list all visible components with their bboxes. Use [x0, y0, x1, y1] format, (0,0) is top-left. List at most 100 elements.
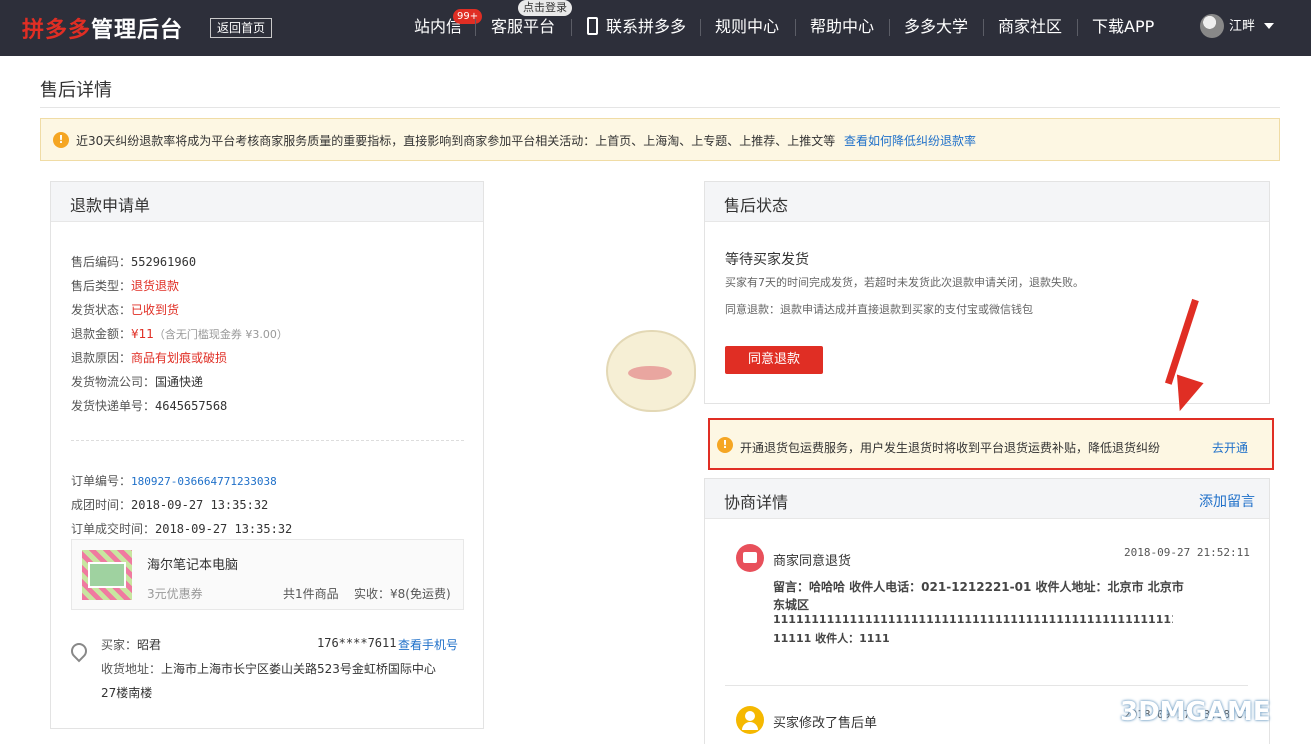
tracking-value: 4645657568: [155, 399, 228, 413]
aftersale-status-panel: 售后状态 等待买家发货 买家有7天的时间完成发货，若超时未发货此次退款申请关闭，…: [704, 181, 1270, 404]
nav-download-app[interactable]: 下载APP: [1092, 0, 1154, 56]
ship-status-value: 已收到货: [131, 303, 180, 317]
field-label: 发货状态：: [71, 303, 132, 317]
promo-text: 开通退货包运费服务，用户发生退货时将收到平台退货运费补贴，降低退货纠纷: [740, 441, 1161, 455]
nav-community[interactable]: 商家社区: [998, 0, 1062, 56]
field-label: 买家：: [101, 638, 138, 652]
field-label: 订单编号：: [71, 474, 132, 488]
brand-red-text: 拼多多: [22, 18, 92, 43]
nav-divider: [1077, 19, 1078, 36]
carrier-row: 发货物流公司：国通快递: [71, 373, 203, 390]
field-label: 发货物流公司：: [71, 375, 156, 389]
agree-refund-button[interactable]: 同意退款: [725, 346, 823, 374]
nav-university[interactable]: 多多大学: [904, 0, 968, 56]
goods-card[interactable]: 海尔笔记本电脑 3元优惠券 共1件商品 实收：¥8(免运费): [71, 539, 464, 610]
view-phone-link[interactable]: 查看手机号: [398, 636, 458, 653]
field-label: 退款原因：: [71, 351, 132, 365]
panel-header: 退款申请单: [51, 182, 483, 222]
aftersale-no-row: 售后编码：552961960: [71, 253, 196, 270]
merchant-shop-glyph: [743, 552, 757, 563]
field-label: 售后编码：: [71, 255, 132, 269]
refund-amount-row: 退款金额：¥11（含无门槛现金券 ¥3.00）: [71, 325, 288, 342]
buyer-icon: [736, 706, 764, 734]
section-divider: [71, 440, 464, 441]
brand-white-text: 管理后台: [91, 18, 184, 43]
entry-divider: [725, 685, 1248, 686]
mascot-illustration: [606, 330, 696, 412]
group-time-row: 成团时间：2018-09-27 13:35:32: [71, 496, 268, 513]
nav-divider: [571, 19, 572, 36]
goods-paid: 实收：¥8(免运费): [354, 587, 451, 601]
refund-amount-value: ¥11: [131, 327, 154, 341]
page-title: 售后详情: [40, 80, 112, 101]
aftersale-no-value: 552961960: [131, 255, 197, 269]
notice-help-link[interactable]: 查看如何降低纠纷退款率: [844, 132, 976, 149]
notice-text: 近30天纠纷退款率将成为平台考核商家服务质量的重要指标，直接影响到商家参加平台相…: [76, 134, 836, 148]
mascot-cheek: [628, 366, 672, 380]
field-label: 退款金额：: [71, 327, 132, 341]
goods-name: 海尔笔记本电脑: [147, 558, 239, 573]
brand-logo[interactable]: 拼多多管理后台: [22, 12, 183, 44]
back-home-button[interactable]: 返回首页: [210, 18, 273, 38]
panel-header: 协商详情 添加留言: [705, 479, 1269, 519]
nav-inbox[interactable]: 站内信: [414, 0, 462, 56]
carrier-value: 国通快递: [155, 375, 204, 389]
nav-divider: [700, 19, 701, 36]
buyer-phone: 176****7611: [317, 636, 397, 650]
deal-time-row: 订单成交时间：2018-09-27 13:35:32: [71, 520, 292, 537]
location-pin-icon: [67, 639, 91, 663]
nav-divider: [475, 19, 476, 36]
merchant-icon: [736, 544, 764, 572]
refund-reason-row: 退款原因：商品有划痕或破损: [71, 349, 227, 366]
aftersale-type-row: 售后类型：退货退款: [71, 277, 179, 294]
field-label: 售后类型：: [71, 279, 132, 293]
field-label: 订单成交时间：: [71, 522, 156, 536]
address-row: 收货地址：上海市上海市长宁区娄山关路523号金虹桥国际中心: [101, 660, 436, 677]
buyer-body-glyph: [742, 722, 758, 730]
watermark-logo: 3DMGAME: [1120, 697, 1271, 727]
entry-actor: 商家同意退货: [773, 554, 852, 569]
buyer-head-glyph: [745, 711, 755, 721]
add-note-link[interactable]: 添加留言: [1199, 491, 1255, 511]
entry-time: 2018-09-27 21:52:11: [1124, 546, 1250, 559]
nav-divider: [795, 19, 796, 36]
entry-message-line-4: 11111 收件人：1111: [773, 632, 890, 645]
nav-help[interactable]: 帮助中心: [810, 0, 874, 56]
freight-insurance-promo: ! 开通退货包运费服务，用户发生退货时将收到平台退货运费补贴，降低退货纠纷 去开…: [708, 418, 1274, 470]
nav-rules[interactable]: 规则中心: [715, 0, 779, 56]
refund-reason-value: 商品有划痕或破损: [131, 351, 228, 365]
ship-status-row: 发货状态：已收到货: [71, 301, 179, 318]
chevron-down-icon[interactable]: [1264, 23, 1274, 29]
login-hint-badge[interactable]: 点击登录: [518, 0, 572, 16]
user-name[interactable]: 江畔: [1229, 0, 1255, 54]
group-time-value: 2018-09-27 13:35:32: [131, 498, 269, 512]
activate-link[interactable]: 去开通: [1212, 439, 1248, 456]
deal-time-value: 2018-09-27 13:35:32: [155, 522, 293, 536]
title-divider: [40, 107, 1280, 108]
nav-contact[interactable]: 联系拼多多: [606, 0, 686, 56]
refund-amount-note: （含无门槛现金券 ¥3.00）: [153, 328, 288, 341]
nav-divider: [983, 19, 984, 36]
entry-message-line-1: 留言：哈哈哈 收件人电话：021-1212221-01 收件人地址：北京市 北京…: [773, 580, 1184, 594]
entry-actor: 买家修改了售后单: [773, 716, 878, 731]
address-line-1: 上海市上海市长宁区娄山关路523号金虹桥国际中心: [161, 662, 436, 676]
avatar[interactable]: [1200, 14, 1224, 38]
field-label: 发货快递单号：: [71, 399, 156, 413]
goods-thumbnail[interactable]: [82, 550, 132, 600]
field-label: 收货地址：: [101, 662, 162, 676]
dispute-rate-notice: ! 近30天纠纷退款率将成为平台考核商家服务质量的重要指标，直接影响到商家参加平…: [40, 118, 1280, 161]
order-no-link[interactable]: 180927-036664771233038: [131, 475, 277, 488]
panel-title: 售后状态: [724, 196, 789, 215]
agree-desc: 同意退款：退款申请达成并直接退款到买家的支付宝或微信钱包: [725, 303, 1033, 316]
goods-coupon: 3元优惠券: [147, 587, 203, 601]
goods-count: 共1件商品: [283, 587, 339, 601]
status-state: 等待买家发货: [725, 252, 809, 268]
phone-icon: [587, 17, 598, 35]
order-no-row: 订单编号：180927-036664771233038: [71, 472, 277, 489]
top-nav-bar: 拼多多管理后台 返回首页 站内信 99+ 客服平台 点击登录 联系拼多多 规则中…: [0, 0, 1311, 56]
aftersale-type-value: 退货退款: [131, 279, 180, 293]
warning-icon: !: [717, 437, 733, 453]
entry-message-line-2: 东城区: [773, 598, 810, 612]
thumbnail-image: [88, 562, 126, 588]
panel-title: 退款申请单: [70, 196, 151, 215]
